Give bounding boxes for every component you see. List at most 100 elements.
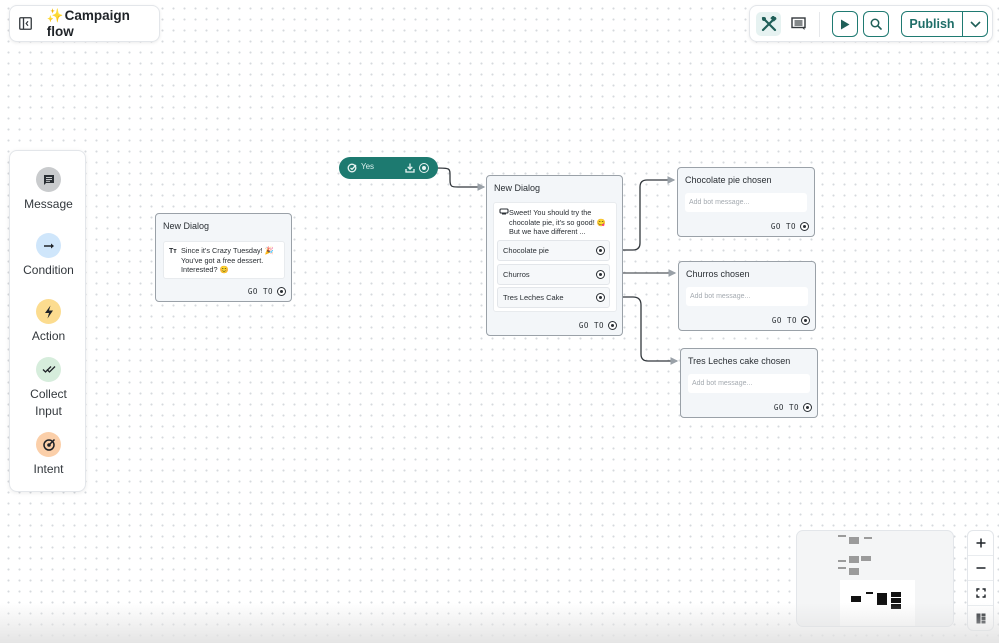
yes-output-handle-icon[interactable]	[419, 163, 429, 173]
goto-label: GO TO	[770, 222, 796, 231]
tools-button[interactable]	[756, 12, 781, 36]
connection-handle-icon[interactable]	[801, 316, 810, 325]
fit-view-button[interactable]	[968, 581, 993, 606]
dialog-node[interactable]: New Dialog Tт Since it's Crazy Tuesday! …	[155, 213, 292, 302]
fit-view-icon	[975, 588, 986, 598]
chevron-down-icon	[969, 20, 981, 28]
play-button[interactable]	[832, 11, 858, 37]
publish-button[interactable]: Publish	[902, 12, 962, 36]
connection-handle-icon[interactable]	[800, 222, 809, 231]
option-button[interactable]: Tres Leches Cake	[497, 287, 610, 308]
message-bubble[interactable]: Tт Since it's Crazy Tuesday! 🎉 You've go…	[163, 241, 285, 279]
option-handle-icon[interactable]	[596, 270, 605, 279]
target-icon	[36, 432, 61, 457]
minimap-node	[866, 592, 873, 594]
connector-yes-to-dialog2	[435, 167, 486, 191]
goto-label: GO TO	[247, 287, 273, 296]
dialog-node[interactable]: Churros chosen Add bot message... GO TO	[678, 261, 816, 331]
node-palette: Message Condition Action Collect Input I…	[9, 150, 86, 492]
minimap-viewport[interactable]	[840, 580, 915, 626]
connection-handle-icon[interactable]	[803, 403, 812, 412]
node-title: Chocolate pie chosen	[685, 175, 772, 185]
option-label: Tres Leches Cake	[503, 293, 564, 302]
bot-message-input[interactable]: Add bot message...	[686, 287, 808, 306]
lightning-icon	[36, 299, 61, 324]
comments-button[interactable]	[786, 12, 810, 36]
palette-label: Condition	[23, 263, 74, 277]
bot-message-input[interactable]: Add bot message...	[688, 374, 810, 393]
palette-label: Intent	[33, 462, 64, 476]
sparkle-emoji: ✨	[46, 8, 64, 23]
dialog-node[interactable]: Chocolate pie chosen Add bot message... …	[677, 167, 815, 237]
minimap-node	[849, 568, 859, 575]
publish-menu-button[interactable]	[962, 12, 987, 36]
connection-handle-icon[interactable]	[277, 287, 286, 296]
option-button[interactable]: Churros	[497, 264, 610, 285]
goto-label: GO TO	[771, 316, 797, 325]
zoom-out-button[interactable]	[968, 556, 993, 581]
zoom-controls	[967, 530, 994, 631]
minimap-node	[864, 537, 872, 539]
connector-tres	[622, 296, 679, 365]
minimap-node	[891, 604, 901, 609]
message-text: Since it's Crazy Tuesday! 🎉 You've got a…	[181, 246, 274, 275]
goto-handle[interactable]: GO TO	[248, 287, 286, 296]
palette-item-condition[interactable]: Condition	[10, 233, 87, 279]
connection-handle-icon[interactable]	[608, 321, 617, 330]
tools-icon	[761, 16, 777, 32]
palette-label: Message	[24, 197, 73, 211]
layout-icon	[976, 613, 985, 624]
dialog-node[interactable]: Tres Leches cake chosen Add bot message.…	[680, 348, 818, 418]
top-toolbar: Publish	[749, 5, 993, 42]
publish-button-group: Publish	[901, 11, 988, 37]
page-title: ✨Campaign flow	[47, 8, 159, 39]
palette-item-intent[interactable]: Intent	[10, 432, 87, 478]
option-handle-icon[interactable]	[596, 293, 605, 302]
palette-item-action[interactable]: Action	[10, 299, 87, 345]
condition-yes-pill[interactable]: Yes	[339, 157, 438, 179]
search-icon	[870, 18, 882, 30]
message-icon	[36, 167, 61, 192]
option-button[interactable]: Chocolate pie	[497, 240, 610, 261]
download-icon[interactable]	[405, 163, 415, 173]
toolbar-divider	[819, 12, 820, 37]
minimap-node	[838, 535, 846, 537]
sidebar-toggle-icon[interactable]	[19, 17, 33, 31]
text-type-icon: Tт	[169, 248, 177, 255]
palette-item-message[interactable]: Message	[10, 167, 87, 213]
node-title: Tres Leches cake chosen	[688, 356, 791, 366]
goto-handle[interactable]: GO TO	[774, 403, 812, 412]
minimap-node	[877, 593, 887, 605]
flow-title-card: ✨Campaign flow	[9, 5, 160, 42]
goto-handle[interactable]: GO TO	[771, 222, 809, 231]
auto-layout-button[interactable]	[968, 606, 993, 630]
minimap-node	[849, 537, 859, 544]
carousel-icon	[499, 208, 509, 219]
goto-handle[interactable]: GO TO	[579, 321, 617, 330]
goto-label: GO TO	[773, 403, 799, 412]
minus-icon	[976, 567, 985, 569]
palette-item-collect-input[interactable]: Collect Input	[10, 357, 87, 420]
dialog-node[interactable]: New Dialog Sweet! You should try the cho…	[486, 175, 623, 336]
arrow-right-icon	[36, 233, 61, 258]
palette-label: Action	[31, 329, 66, 343]
double-check-icon	[36, 357, 61, 382]
zoom-in-button[interactable]	[968, 531, 993, 556]
goto-handle[interactable]: GO TO	[772, 316, 810, 325]
option-handle-icon[interactable]	[596, 246, 605, 255]
search-button[interactable]	[863, 11, 889, 37]
comment-icon	[790, 17, 806, 30]
node-title: New Dialog	[494, 183, 541, 193]
minimap-node	[891, 598, 901, 603]
option-label: Churros	[503, 270, 530, 279]
minimap-node	[838, 560, 846, 562]
bot-message-input[interactable]: Add bot message...	[685, 193, 807, 212]
minimap-node	[838, 567, 846, 569]
node-title: New Dialog	[163, 221, 210, 231]
node-title: Churros chosen	[686, 269, 750, 279]
message-text: Sweet! You should try the chocolate pie,…	[509, 208, 606, 237]
minimap[interactable]	[796, 530, 954, 627]
plus-icon	[976, 538, 985, 548]
connector-chocolate	[622, 176, 676, 251]
condition-check-icon	[347, 163, 357, 173]
